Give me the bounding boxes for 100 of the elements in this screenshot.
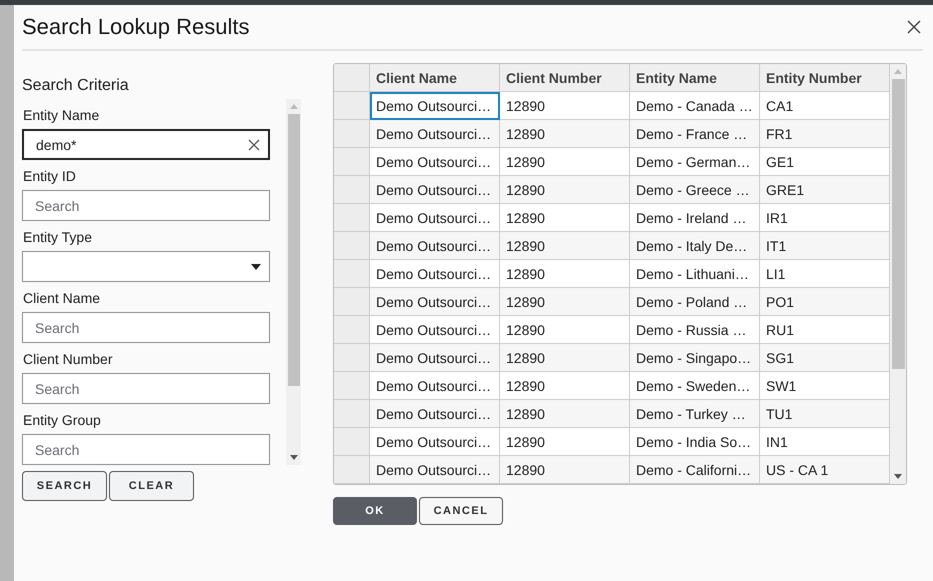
input-field[interactable]: Search [22, 190, 270, 221]
table-cell[interactable]: Demo Outsourci… [370, 120, 500, 148]
close-button[interactable] [905, 18, 923, 36]
field-label: Entity ID [23, 168, 77, 184]
table-cell[interactable]: 12890 [500, 372, 630, 400]
row-header[interactable] [334, 316, 370, 344]
table-cell[interactable]: 12890 [500, 456, 630, 484]
table-cell[interactable]: 12890 [500, 148, 630, 176]
table-cell[interactable]: Demo Outsourci… [370, 456, 500, 484]
table-cell[interactable]: 12890 [500, 428, 630, 456]
table-cell[interactable]: Demo Outsourci… [370, 92, 500, 120]
row-header[interactable] [334, 92, 370, 120]
table-cell[interactable]: 12890 [500, 232, 630, 260]
search-button[interactable]: SEARCH [22, 471, 107, 501]
table-cell[interactable]: 12890 [500, 400, 630, 428]
scroll-down-icon[interactable] [290, 455, 298, 460]
table-cell[interactable]: IR1 [760, 204, 890, 232]
dialog-title: Search Lookup Results [22, 14, 250, 40]
table-cell[interactable]: Demo Outsourci… [370, 288, 500, 316]
table-cell[interactable]: Demo - Singapo… [630, 344, 760, 372]
input-field[interactable]: Search [22, 312, 270, 343]
table-cell[interactable]: PO1 [760, 288, 890, 316]
table-cell[interactable]: GE1 [760, 148, 890, 176]
table-cell[interactable]: Demo - Turkey … [630, 400, 760, 428]
row-header[interactable] [334, 428, 370, 456]
table-cell[interactable]: SW1 [760, 372, 890, 400]
table-cell[interactable]: IN1 [760, 428, 890, 456]
table-cell[interactable]: Demo - Canada … [630, 92, 760, 120]
table-cell[interactable]: 12890 [500, 176, 630, 204]
column-header[interactable]: Client Number [500, 64, 630, 92]
row-header[interactable] [334, 344, 370, 372]
table-cell[interactable]: RU1 [760, 316, 890, 344]
table-cell[interactable]: SG1 [760, 344, 890, 372]
row-header[interactable] [334, 120, 370, 148]
column-header[interactable]: Client Name [370, 64, 500, 92]
clear-button[interactable]: CLEAR [109, 471, 194, 501]
row-header[interactable] [334, 288, 370, 316]
scrollbar[interactable] [890, 64, 906, 484]
table-cell[interactable]: 12890 [500, 316, 630, 344]
input-field[interactable]: Search [22, 434, 270, 465]
table-cell[interactable]: Demo Outsourci… [370, 176, 500, 204]
field-label: Entity Type [23, 229, 94, 245]
table-cell[interactable]: Demo - Californi… [630, 456, 760, 484]
row-header[interactable] [334, 176, 370, 204]
corner-header [334, 64, 370, 92]
table-cell[interactable]: Demo Outsourci… [370, 232, 500, 260]
row-header[interactable] [334, 372, 370, 400]
table-cell[interactable]: Demo - France … [630, 120, 760, 148]
column-header[interactable]: Entity Name [630, 64, 760, 92]
field-label: Client Name [23, 290, 102, 306]
row-header[interactable] [334, 148, 370, 176]
table-cell[interactable]: Demo - India So… [630, 428, 760, 456]
table-cell[interactable]: 12890 [500, 204, 630, 232]
table-cell[interactable]: 12890 [500, 260, 630, 288]
scroll-up-icon[interactable] [894, 69, 902, 74]
row-header[interactable] [334, 232, 370, 260]
table-cell[interactable]: 12890 [500, 344, 630, 372]
caret-icon [251, 264, 261, 270]
row-header[interactable] [334, 260, 370, 288]
table-cell[interactable]: Demo Outsourci… [370, 316, 500, 344]
table-cell[interactable]: Demo Outsourci… [370, 344, 500, 372]
scroll-up-icon[interactable] [290, 104, 298, 109]
table-cell[interactable]: LI1 [760, 260, 890, 288]
row-header[interactable] [334, 456, 370, 484]
table-cell[interactable]: Demo Outsourci… [370, 260, 500, 288]
ok-button[interactable]: OK [333, 497, 417, 525]
table-cell[interactable]: Demo Outsourci… [370, 148, 500, 176]
scroll-down-icon[interactable] [894, 474, 902, 479]
table-cell[interactable]: Demo Outsourci… [370, 204, 500, 232]
table-cell[interactable]: US - CA 1 [760, 456, 890, 484]
clear-icon[interactable] [248, 139, 260, 151]
table-cell[interactable]: Demo - Poland … [630, 288, 760, 316]
row-header[interactable] [334, 204, 370, 232]
table-cell[interactable]: 12890 [500, 92, 630, 120]
table-cell[interactable]: Demo Outsourci… [370, 428, 500, 456]
input-field[interactable]: demo* [22, 129, 270, 160]
table-cell[interactable]: Demo - Greece … [630, 176, 760, 204]
table-cell[interactable]: Demo - German… [630, 148, 760, 176]
table-cell[interactable]: Demo - Ireland … [630, 204, 760, 232]
table-cell[interactable]: CA1 [760, 92, 890, 120]
table-cell[interactable]: FR1 [760, 120, 890, 148]
table-cell[interactable]: Demo - Italy De… [630, 232, 760, 260]
table-cell[interactable]: Demo Outsourci… [370, 372, 500, 400]
table-cell[interactable]: GRE1 [760, 176, 890, 204]
row-header[interactable] [334, 400, 370, 428]
table-cell[interactable]: Demo - Russia … [630, 316, 760, 344]
input-field[interactable]: Search [22, 373, 270, 404]
table-cell[interactable]: 12890 [500, 288, 630, 316]
column-header[interactable]: Entity Number [760, 64, 890, 92]
cancel-button[interactable]: CANCEL [419, 497, 503, 525]
scrollbar[interactable] [286, 99, 301, 465]
table-cell[interactable]: Demo - Sweden… [630, 372, 760, 400]
table-cell[interactable]: TU1 [760, 400, 890, 428]
table-cell[interactable]: 12890 [500, 120, 630, 148]
table-cell[interactable]: Demo Outsourci… [370, 400, 500, 428]
table-cell[interactable]: Demo - Lithuani… [630, 260, 760, 288]
close-icon [907, 20, 921, 34]
field-label: Client Number [23, 351, 114, 367]
dropdown-field[interactable] [22, 251, 270, 282]
table-cell[interactable]: IT1 [760, 232, 890, 260]
